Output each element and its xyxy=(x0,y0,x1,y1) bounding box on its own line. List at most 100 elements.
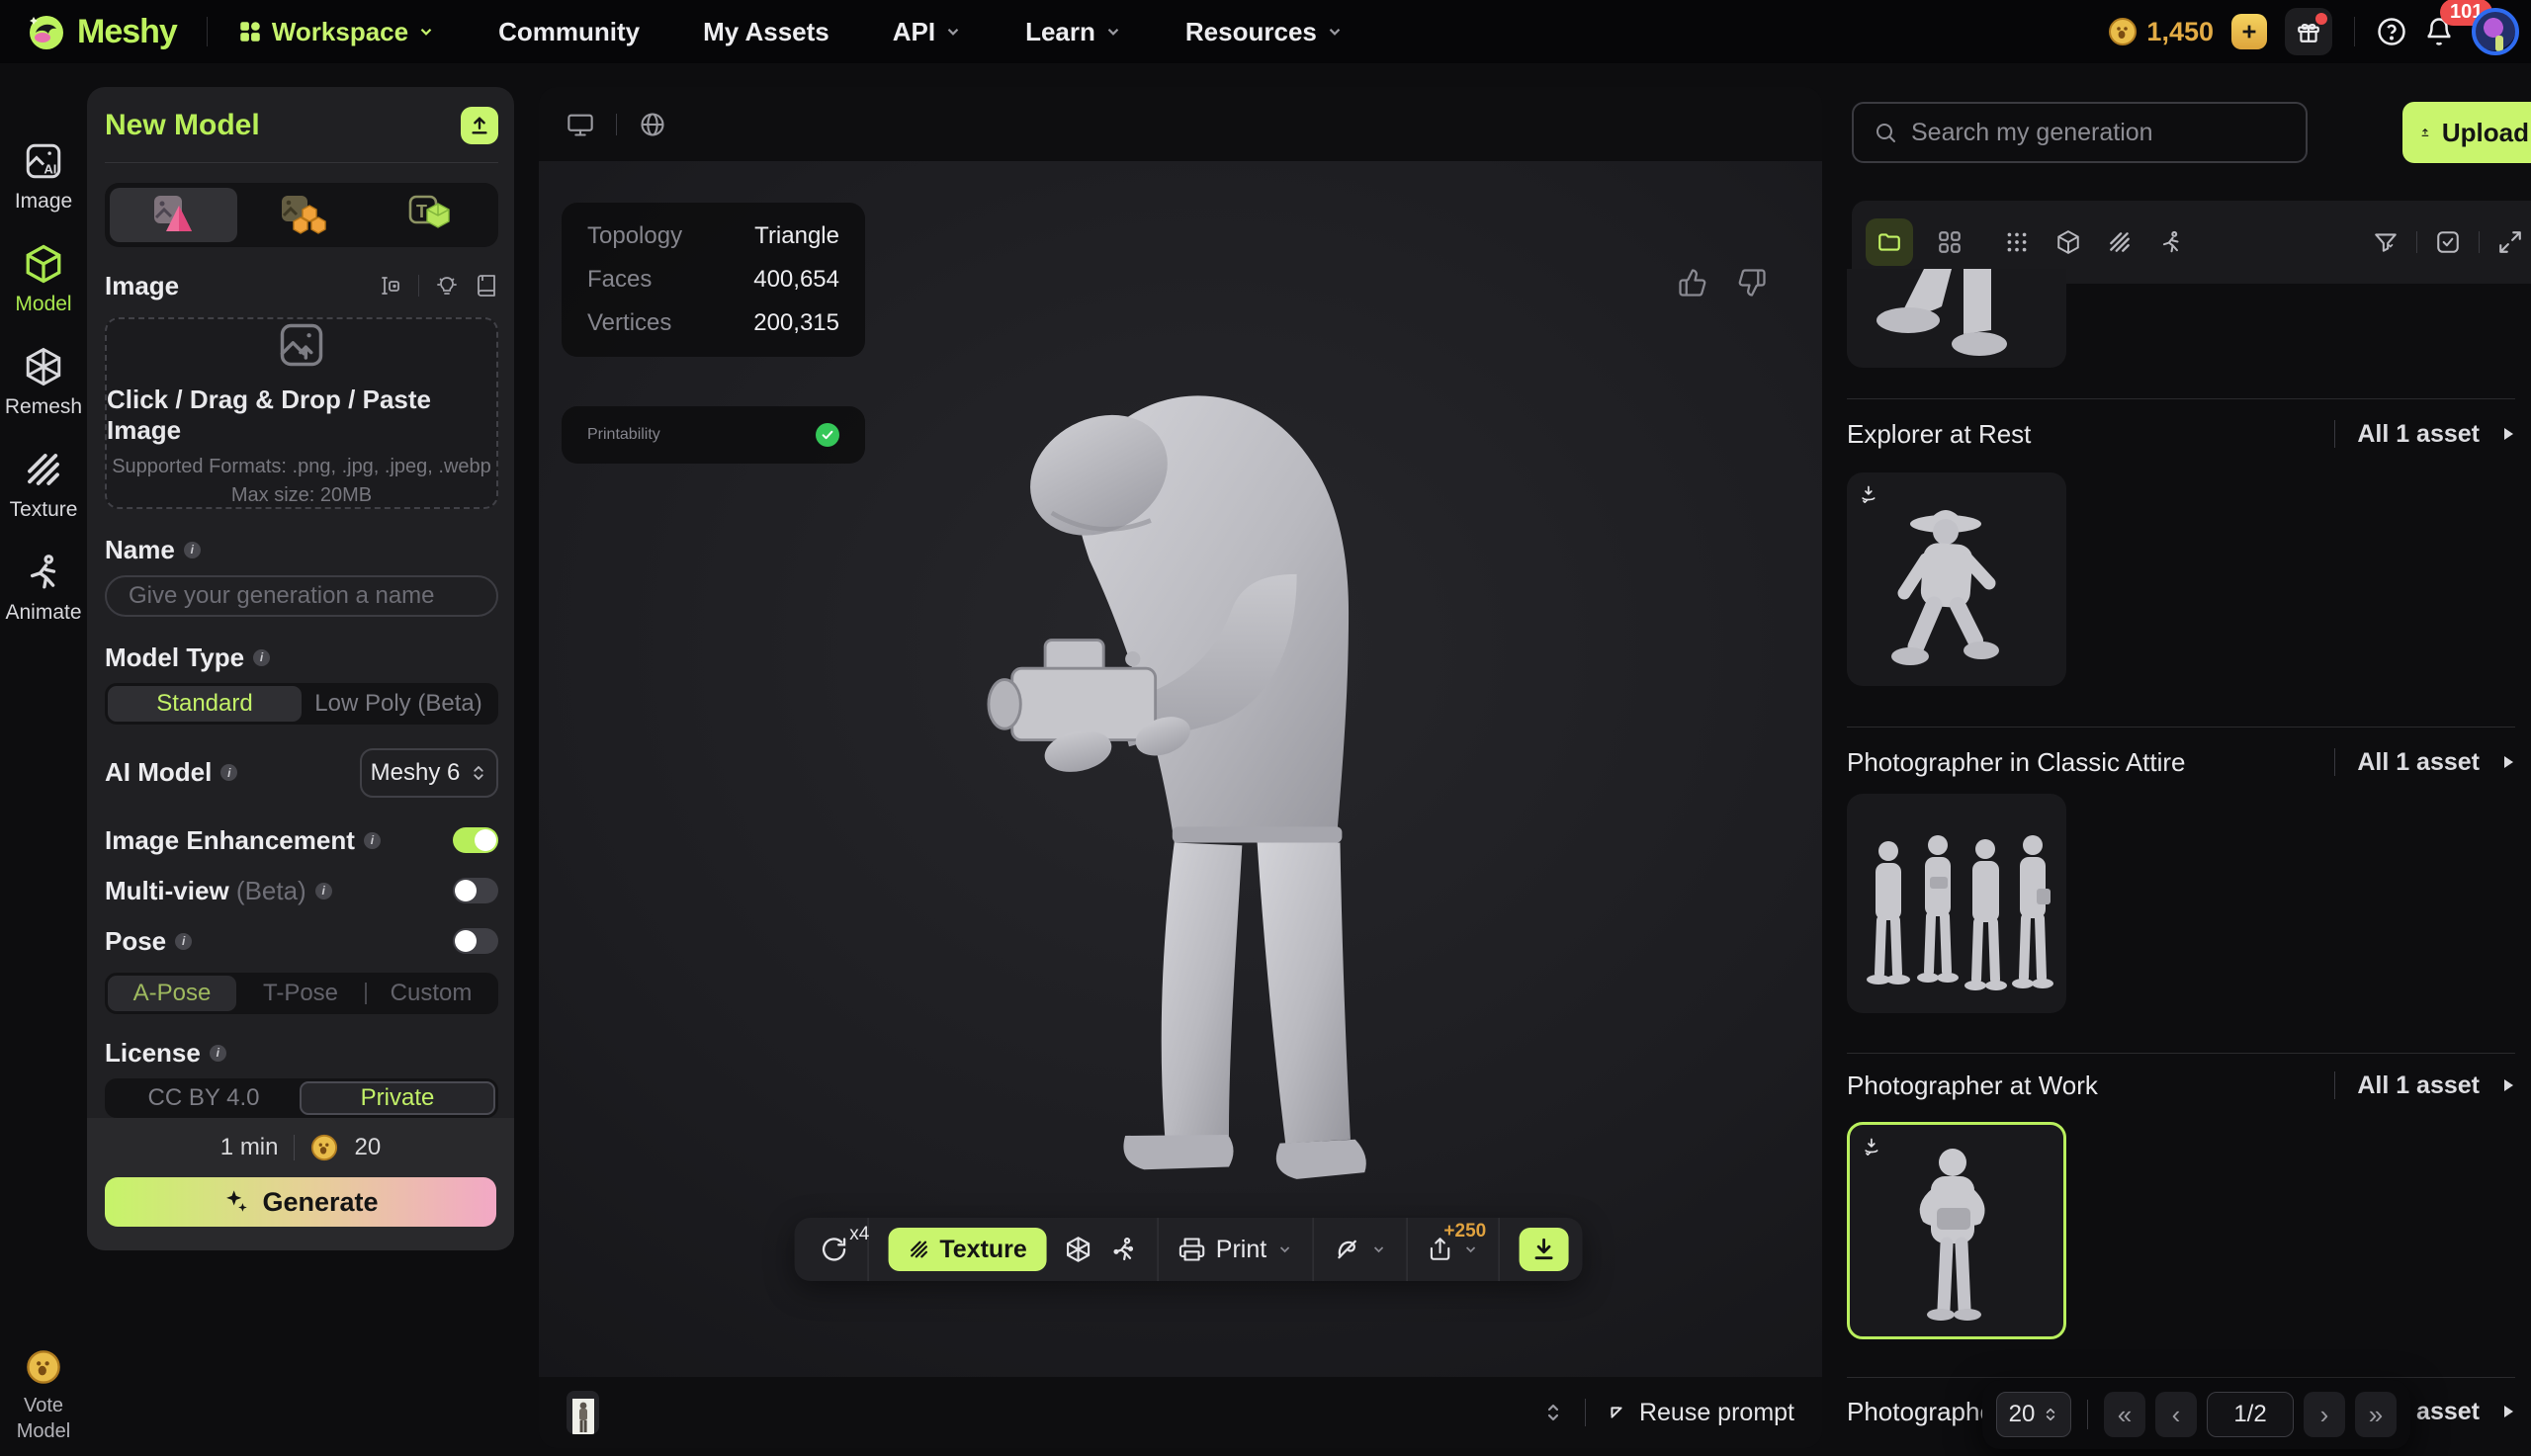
rail-item-remesh[interactable]: Remesh xyxy=(4,346,83,419)
nav-resources[interactable]: Resources xyxy=(1185,17,1344,47)
first-page-button[interactable]: « xyxy=(2104,1392,2145,1437)
pose-a-pose[interactable]: A-Pose xyxy=(108,976,236,1011)
last-page-button[interactable]: » xyxy=(2355,1392,2397,1437)
tab-image-to-voxel[interactable] xyxy=(237,188,365,242)
svg-text:T: T xyxy=(416,202,427,221)
image-to-voxel-icon xyxy=(276,192,327,237)
library-book-icon[interactable] xyxy=(475,274,498,298)
next-page-button[interactable]: › xyxy=(2304,1392,2345,1437)
dropzone-title: Click / Drag & Drop / Paste Image xyxy=(107,385,496,446)
ai-model-select[interactable]: Meshy 6 xyxy=(360,748,498,798)
model-viewer: TopologyTriangle Faces400,654 Vertices20… xyxy=(539,87,1822,1448)
faces-value: 400,654 xyxy=(753,266,839,294)
monitor-icon[interactable] xyxy=(567,111,594,138)
reuse-prompt-button[interactable]: Reuse prompt xyxy=(1606,1399,1794,1427)
rail-item-model[interactable]: Model xyxy=(4,243,83,316)
thumbs-up-icon[interactable] xyxy=(1678,268,1707,298)
asset-card-explorer[interactable] xyxy=(1847,472,2066,686)
section-divider xyxy=(1847,1377,2515,1378)
asset-card-classic-attire[interactable] xyxy=(1847,794,2066,1013)
rename-icon[interactable] xyxy=(379,274,402,298)
chevron-down-icon xyxy=(1326,23,1344,41)
print-button[interactable]: Print xyxy=(1178,1236,1292,1264)
info-icon: i xyxy=(220,764,237,781)
model-type-segmented: Standard Low Poly (Beta) xyxy=(105,683,498,725)
expand-prompt-icon[interactable] xyxy=(1541,1401,1565,1424)
notifications-button[interactable]: 101 xyxy=(2424,17,2454,46)
vote-model-button[interactable]: Vote Model xyxy=(0,1349,87,1444)
retry-multiplier: x4 xyxy=(849,1224,869,1245)
generate-button[interactable]: Generate xyxy=(105,1177,496,1227)
help-button[interactable] xyxy=(2377,17,2406,46)
pose-custom[interactable]: Custom xyxy=(367,976,495,1011)
avatar[interactable] xyxy=(2472,8,2519,55)
printability-check-icon xyxy=(816,423,839,447)
chevron-down-icon xyxy=(1370,1242,1386,1257)
name-input[interactable] xyxy=(105,575,498,617)
rail-item-texture[interactable]: Texture xyxy=(4,449,83,522)
credits-balance[interactable]: 1,450 xyxy=(2108,17,2214,47)
image-enhancement-toggle[interactable] xyxy=(453,827,498,853)
license-cc-by[interactable]: CC BY 4.0 xyxy=(108,1081,300,1115)
download-button[interactable] xyxy=(1519,1228,1568,1271)
meshy-logo[interactable]: Meshy xyxy=(26,11,177,52)
chevron-down-icon xyxy=(944,23,962,41)
texture-button[interactable]: Texture xyxy=(888,1228,1046,1271)
prev-page-button[interactable]: ‹ xyxy=(2155,1392,2197,1437)
vertices-value: 200,315 xyxy=(753,309,839,337)
workspace-grid-icon xyxy=(237,19,263,44)
animate-button[interactable] xyxy=(1110,1236,1138,1263)
divider xyxy=(2334,748,2335,776)
image-dropzone[interactable]: Click / Drag & Drop / Paste Image Suppor… xyxy=(105,317,498,509)
rewards-button[interactable] xyxy=(2285,8,2332,55)
rail-item-animate[interactable]: Animate xyxy=(4,552,83,625)
panel-title: New Model xyxy=(105,109,260,142)
model-type-low-poly[interactable]: Low Poly (Beta) xyxy=(302,686,495,722)
section-count-link[interactable]: All 1 asset xyxy=(2334,748,2515,777)
tab-image-to-3d[interactable] xyxy=(110,188,237,242)
lightbulb-icon[interactable] xyxy=(435,274,459,298)
pose-t-pose[interactable]: T-Pose xyxy=(236,976,365,1011)
batch-upload-button[interactable] xyxy=(461,107,498,144)
license-private[interactable]: Private xyxy=(300,1081,495,1115)
page-size-select[interactable]: 20 xyxy=(1996,1392,2071,1437)
viewer-toolbar-top xyxy=(539,87,1822,161)
left-rail: AI Image Model Remesh Texture Animate Vo… xyxy=(0,63,87,1456)
section-count-link[interactable]: All 1 asset xyxy=(2334,420,2515,449)
regenerate-button[interactable]: x4 xyxy=(820,1236,847,1263)
nav-workspace[interactable]: Workspace xyxy=(237,17,435,47)
section-count-link[interactable]: All 1 asset xyxy=(2334,1071,2515,1100)
coin-icon xyxy=(2108,17,2138,46)
source-image-thumbnail[interactable] xyxy=(567,1391,599,1434)
nav-divider xyxy=(207,17,208,46)
pose-toggle[interactable] xyxy=(453,928,498,954)
prompt-bar: Reuse prompt xyxy=(539,1377,1822,1448)
image-to-3d-icon xyxy=(148,192,200,237)
tab-text-to-3d[interactable]: T xyxy=(366,188,493,242)
remesh-button[interactable] xyxy=(1065,1236,1092,1263)
share-button[interactable]: +250 xyxy=(1427,1237,1478,1262)
ai-model-label: AI Model xyxy=(105,757,212,788)
info-icon: i xyxy=(364,832,381,849)
model-type-standard[interactable]: Standard xyxy=(108,686,302,722)
assets-panel: Upload xyxy=(1839,63,2531,1456)
nav-my-assets[interactable]: My Assets xyxy=(703,17,829,47)
viewer-canvas[interactable]: TopologyTriangle Faces400,654 Vertices20… xyxy=(539,161,1822,1377)
thumbs-down-icon[interactable] xyxy=(1737,268,1767,298)
section-title: Photographer at Work xyxy=(1847,1071,2098,1101)
asset-card-photographer-at-work[interactable] xyxy=(1847,1122,2066,1339)
environment-globe-icon[interactable] xyxy=(639,111,666,138)
rail-item-image[interactable]: AI Image xyxy=(4,140,83,214)
asset-card-partial[interactable] xyxy=(1847,269,2066,368)
photographer-3d-model[interactable] xyxy=(986,329,1391,1196)
nav-learn[interactable]: Learn xyxy=(1025,17,1122,47)
nav-api[interactable]: API xyxy=(893,17,962,47)
sculpt-tool-icon xyxy=(1333,1236,1360,1263)
multi-view-toggle[interactable] xyxy=(453,878,498,903)
ai-image-icon: AI xyxy=(23,140,64,182)
nav-community[interactable]: Community xyxy=(498,17,640,47)
image-enhancement-label: Image Enhancement xyxy=(105,825,355,856)
edit-tools-button[interactable] xyxy=(1333,1236,1386,1263)
add-credits-button[interactable] xyxy=(2231,14,2267,49)
image-section-label: Image xyxy=(105,271,179,301)
